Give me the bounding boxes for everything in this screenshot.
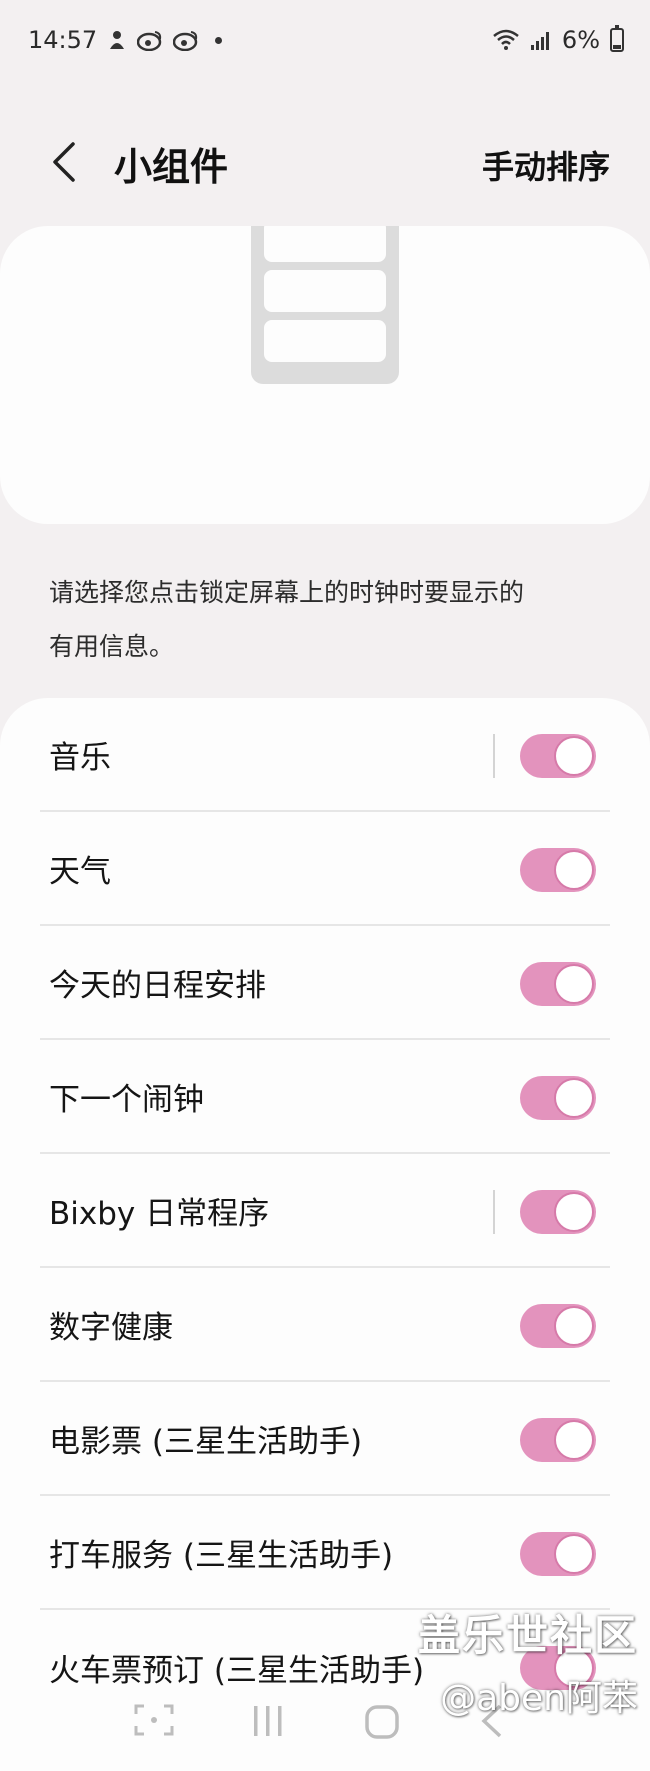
list-item-today-schedule[interactable]: 今天的日程安排 bbox=[40, 926, 610, 1040]
list-item-bixby-routines[interactable]: Bixby 日常程序 bbox=[40, 1154, 610, 1268]
toggle-switch[interactable] bbox=[520, 848, 596, 892]
row-divider bbox=[493, 734, 495, 778]
list-item-taxi-service[interactable]: 打车服务 (三星生活助手) bbox=[40, 1496, 610, 1610]
keyboard-switch-button[interactable] bbox=[134, 1704, 174, 1736]
list-item-next-alarm[interactable]: 下一个闹钟 bbox=[40, 1040, 610, 1154]
list-item-label: 数字健康 bbox=[49, 1309, 173, 1346]
toggle-knob bbox=[554, 736, 594, 776]
preview-slot bbox=[264, 270, 386, 312]
weibo-icon bbox=[137, 29, 163, 51]
status-left: 14:57 bbox=[28, 26, 223, 54]
recent-apps-button[interactable] bbox=[252, 1704, 284, 1738]
preview-slot bbox=[264, 226, 386, 262]
toggle-switch[interactable] bbox=[520, 1076, 596, 1120]
toggle-knob bbox=[554, 1420, 594, 1460]
home-icon bbox=[365, 1705, 399, 1739]
back-arrow-icon bbox=[53, 142, 75, 182]
description-text: 请选择您点击锁定屏幕上的时钟时要显示的 有用信息。 bbox=[49, 566, 609, 674]
back-button[interactable] bbox=[44, 138, 84, 186]
toggle-switch[interactable] bbox=[520, 734, 596, 778]
toggle-switch[interactable] bbox=[520, 1304, 596, 1348]
toggle-switch[interactable] bbox=[520, 962, 596, 1006]
app-bar: 小组件 手动排序 bbox=[0, 120, 650, 204]
list-item-label: 今天的日程安排 bbox=[49, 967, 266, 1004]
widget-list: 音乐 天气 今天的日程安排 下一个闹钟 Bixby 日常程序 数字健康 电影票 … bbox=[0, 698, 650, 1771]
list-item-label: 电影票 (三星生活助手) bbox=[49, 1423, 363, 1460]
notification-app-icon bbox=[107, 29, 127, 51]
more-notifications-dot-icon bbox=[215, 36, 223, 44]
status-time: 14:57 bbox=[28, 26, 98, 54]
weibo-icon-2 bbox=[173, 29, 199, 51]
toggle-knob bbox=[554, 850, 594, 890]
recent-apps-icon bbox=[254, 1706, 282, 1736]
battery-percent: 6% bbox=[561, 26, 600, 54]
screenshot-frame-icon bbox=[134, 1704, 174, 1736]
widget-stack-illustration bbox=[251, 226, 399, 384]
signal-icon bbox=[530, 29, 552, 51]
page-title: 小组件 bbox=[114, 145, 229, 189]
toggle-knob bbox=[554, 1078, 594, 1118]
toggle-switch[interactable] bbox=[520, 1418, 596, 1462]
description-line-1: 请选择您点击锁定屏幕上的时钟时要显示的 bbox=[49, 578, 525, 607]
list-item-label: Bixby 日常程序 bbox=[49, 1195, 270, 1232]
toggle-knob bbox=[554, 964, 594, 1004]
list-item-music[interactable]: 音乐 bbox=[40, 698, 610, 812]
list-item-label: 打车服务 (三星生活助手) bbox=[49, 1537, 394, 1574]
list-item-movie-tickets[interactable]: 电影票 (三星生活助手) bbox=[40, 1382, 610, 1496]
toggle-knob bbox=[554, 1306, 594, 1346]
list-item-label: 天气 bbox=[49, 853, 111, 890]
status-right: 6% bbox=[492, 25, 624, 54]
toggle-knob bbox=[554, 1192, 594, 1232]
row-divider bbox=[493, 1190, 495, 1234]
list-item-weather[interactable]: 天气 bbox=[40, 812, 610, 926]
description-line-2: 有用信息。 bbox=[49, 632, 175, 661]
toggle-knob bbox=[554, 1534, 594, 1574]
status-bar: 14:57 6% bbox=[0, 0, 650, 80]
list-item-label: 音乐 bbox=[49, 739, 111, 776]
list-item-label: 下一个闹钟 bbox=[49, 1081, 204, 1118]
wifi-icon bbox=[492, 29, 520, 51]
battery-icon bbox=[610, 25, 624, 52]
navigation-bar bbox=[0, 1674, 650, 1771]
home-button[interactable] bbox=[364, 1704, 400, 1740]
manual-sort-button[interactable]: 手动排序 bbox=[482, 142, 610, 188]
back-nav-button[interactable] bbox=[480, 1704, 504, 1738]
list-item-digital-wellbeing[interactable]: 数字健康 bbox=[40, 1268, 610, 1382]
back-nav-icon bbox=[481, 1704, 502, 1738]
widget-preview-card bbox=[0, 226, 650, 524]
toggle-switch[interactable] bbox=[520, 1532, 596, 1576]
preview-slot bbox=[264, 320, 386, 362]
toggle-switch[interactable] bbox=[520, 1190, 596, 1234]
